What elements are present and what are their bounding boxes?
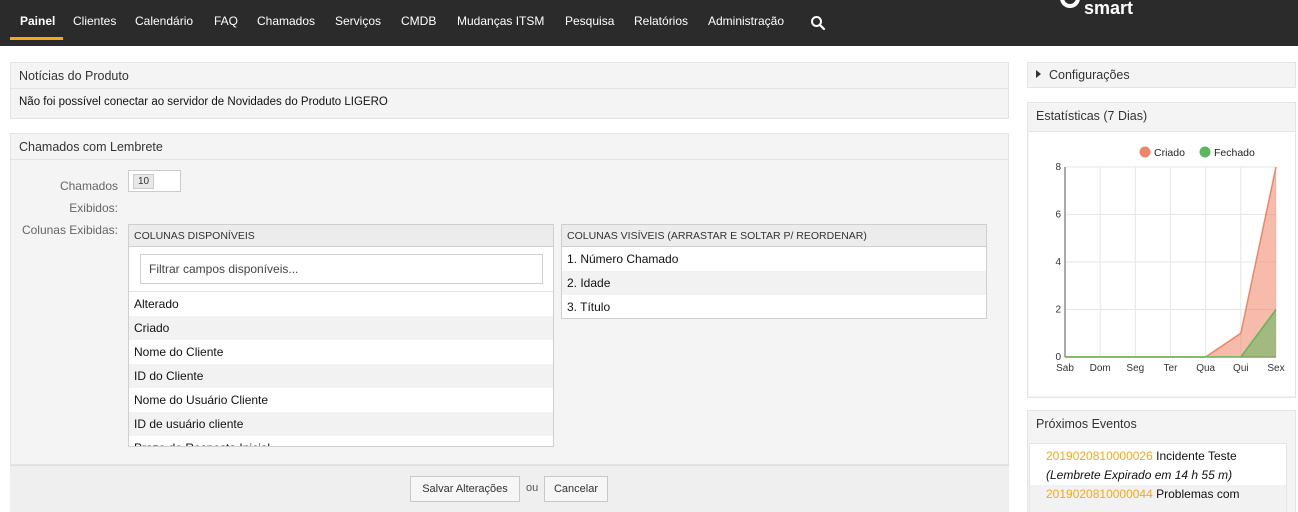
legend-marker-fechado: [1199, 146, 1211, 158]
nav-calendario[interactable]: Calendário: [135, 14, 193, 28]
event-title: Incidente Teste: [1156, 449, 1237, 463]
available-columns-box: COLUNAS DISPONÍVEIS Alterado Criado Nome…: [128, 224, 554, 447]
expand-triangle-icon: [1036, 70, 1041, 78]
x-tick-label: Ter: [1164, 363, 1179, 374]
nav-chamados[interactable]: Chamados: [257, 14, 315, 28]
available-column-item[interactable]: Nome do Cliente: [129, 340, 553, 364]
event-title: Problemas com: [1156, 487, 1240, 501]
search-icon[interactable]: [810, 15, 826, 31]
upcoming-events-list: 2019020810000026 Incidente Teste (Lembre…: [1029, 443, 1287, 512]
settings-widget[interactable]: Configurações: [1027, 62, 1296, 88]
product-news-title: Notícias do Produto: [11, 63, 1008, 89]
nav-cmdb[interactable]: CMDB: [401, 14, 436, 28]
available-columns-list: Alterado Criado Nome do Cliente ID do Cl…: [129, 292, 553, 446]
nav-relatorios[interactable]: Relatórios: [634, 14, 688, 28]
active-tab-indicator: [10, 37, 63, 40]
reminder-tickets-title: Chamados com Lembrete: [11, 134, 1008, 160]
filter-columns-input[interactable]: [140, 254, 543, 284]
nav-clientes[interactable]: Clientes: [73, 14, 116, 28]
nav-mudancas-itsm[interactable]: Mudanças ITSM: [457, 14, 544, 28]
columns-shown-label: Colunas Exibidas:: [21, 223, 118, 237]
available-columns-header: COLUNAS DISPONÍVEIS: [129, 225, 553, 247]
legend-marker-criado: [1139, 146, 1151, 158]
nav-pesquisa[interactable]: Pesquisa: [565, 14, 614, 28]
statistics-chart: 0 2 4 6 8 Sab Dom Seg Ter Qua Qui Sex Criado Fechado: [1029, 131, 1295, 396]
visible-column-item[interactable]: 3. Título: [562, 295, 986, 319]
visible-columns-box: COLUNAS VISÍVEIS (ARRASTAR E SOLTAR P/ R…: [561, 224, 987, 319]
event-item[interactable]: 2019020810000044 Problemas com: [1030, 485, 1286, 512]
event-id-link[interactable]: 2019020810000026: [1046, 449, 1153, 463]
y-tick-label: 4: [1055, 257, 1061, 268]
logo-text: smart: [1084, 0, 1134, 18]
visible-column-item[interactable]: 2. Idade: [562, 271, 986, 295]
nav-faq[interactable]: FAQ: [214, 14, 238, 28]
tickets-shown-input[interactable]: 10: [128, 170, 181, 192]
product-news-message: Não foi possível conectar ao servidor de…: [19, 96, 388, 108]
y-tick-label: 6: [1055, 210, 1061, 221]
available-column-item[interactable]: Prazo de Resposta Inicial: [129, 436, 553, 446]
x-tick-label: Seg: [1126, 363, 1144, 374]
y-tick-label: 0: [1055, 352, 1061, 363]
y-tick-label: 2: [1055, 305, 1061, 316]
available-column-item[interactable]: ID de usuário cliente: [129, 412, 553, 436]
or-separator: ou: [526, 482, 539, 494]
settings-label: Configurações: [1049, 68, 1130, 82]
legend-label: Criado: [1154, 147, 1185, 159]
available-column-item[interactable]: ID do Cliente: [129, 364, 553, 388]
x-tick-label: Sex: [1267, 363, 1284, 374]
x-tick-label: Dom: [1090, 363, 1111, 374]
logo-mark-icon: [1060, 0, 1080, 8]
x-tick-label: Qui: [1233, 363, 1249, 374]
event-note: (Lembrete Expirado em 14 h 55 m): [1046, 468, 1233, 482]
x-tick-label: Sab: [1056, 363, 1074, 374]
legend-label: Fechado: [1214, 147, 1255, 159]
statistics-chart-svg: 0 2 4 6 8 Sab Dom Seg Ter Qua Qui Sex Criado Fechado: [1055, 146, 1285, 374]
nav-servicos[interactable]: Serviços: [335, 14, 381, 28]
settings-toggle[interactable]: Configurações: [1028, 63, 1295, 87]
nav-administracao[interactable]: Administração: [708, 14, 784, 28]
upcoming-events-title: Próximos Eventos: [1036, 417, 1137, 431]
tickets-shown-value: 10: [133, 174, 155, 189]
visible-columns-header: COLUNAS VISÍVEIS (ARRASTAR E SOLTAR P/ R…: [562, 225, 986, 247]
visible-column-item[interactable]: 1. Número Chamado: [562, 247, 986, 271]
event-id-link[interactable]: 2019020810000044: [1046, 487, 1153, 501]
nav-painel[interactable]: Painel: [20, 14, 55, 28]
available-column-item[interactable]: Criado: [129, 316, 553, 340]
top-navigation: Painel Clientes Calendário FAQ Chamados …: [0, 0, 1298, 46]
tickets-shown-label: Chamados Exibidos:: [59, 179, 118, 215]
product-news-widget: Notícias do Produto Não foi possível con…: [10, 62, 1009, 119]
event-item[interactable]: 2019020810000026 Incidente Teste (Lembre…: [1030, 444, 1286, 485]
logo: smart: [1060, 0, 1133, 19]
statistics-title: Estatísticas (7 Dias): [1036, 109, 1148, 123]
y-tick-label: 8: [1055, 162, 1061, 173]
cancel-button[interactable]: Cancelar: [544, 476, 608, 502]
available-column-item[interactable]: Nome do Usuário Cliente: [129, 388, 553, 412]
x-tick-label: Qua: [1196, 363, 1215, 374]
available-column-item[interactable]: Alterado: [129, 292, 553, 316]
save-button[interactable]: Salvar Alterações: [410, 476, 520, 502]
